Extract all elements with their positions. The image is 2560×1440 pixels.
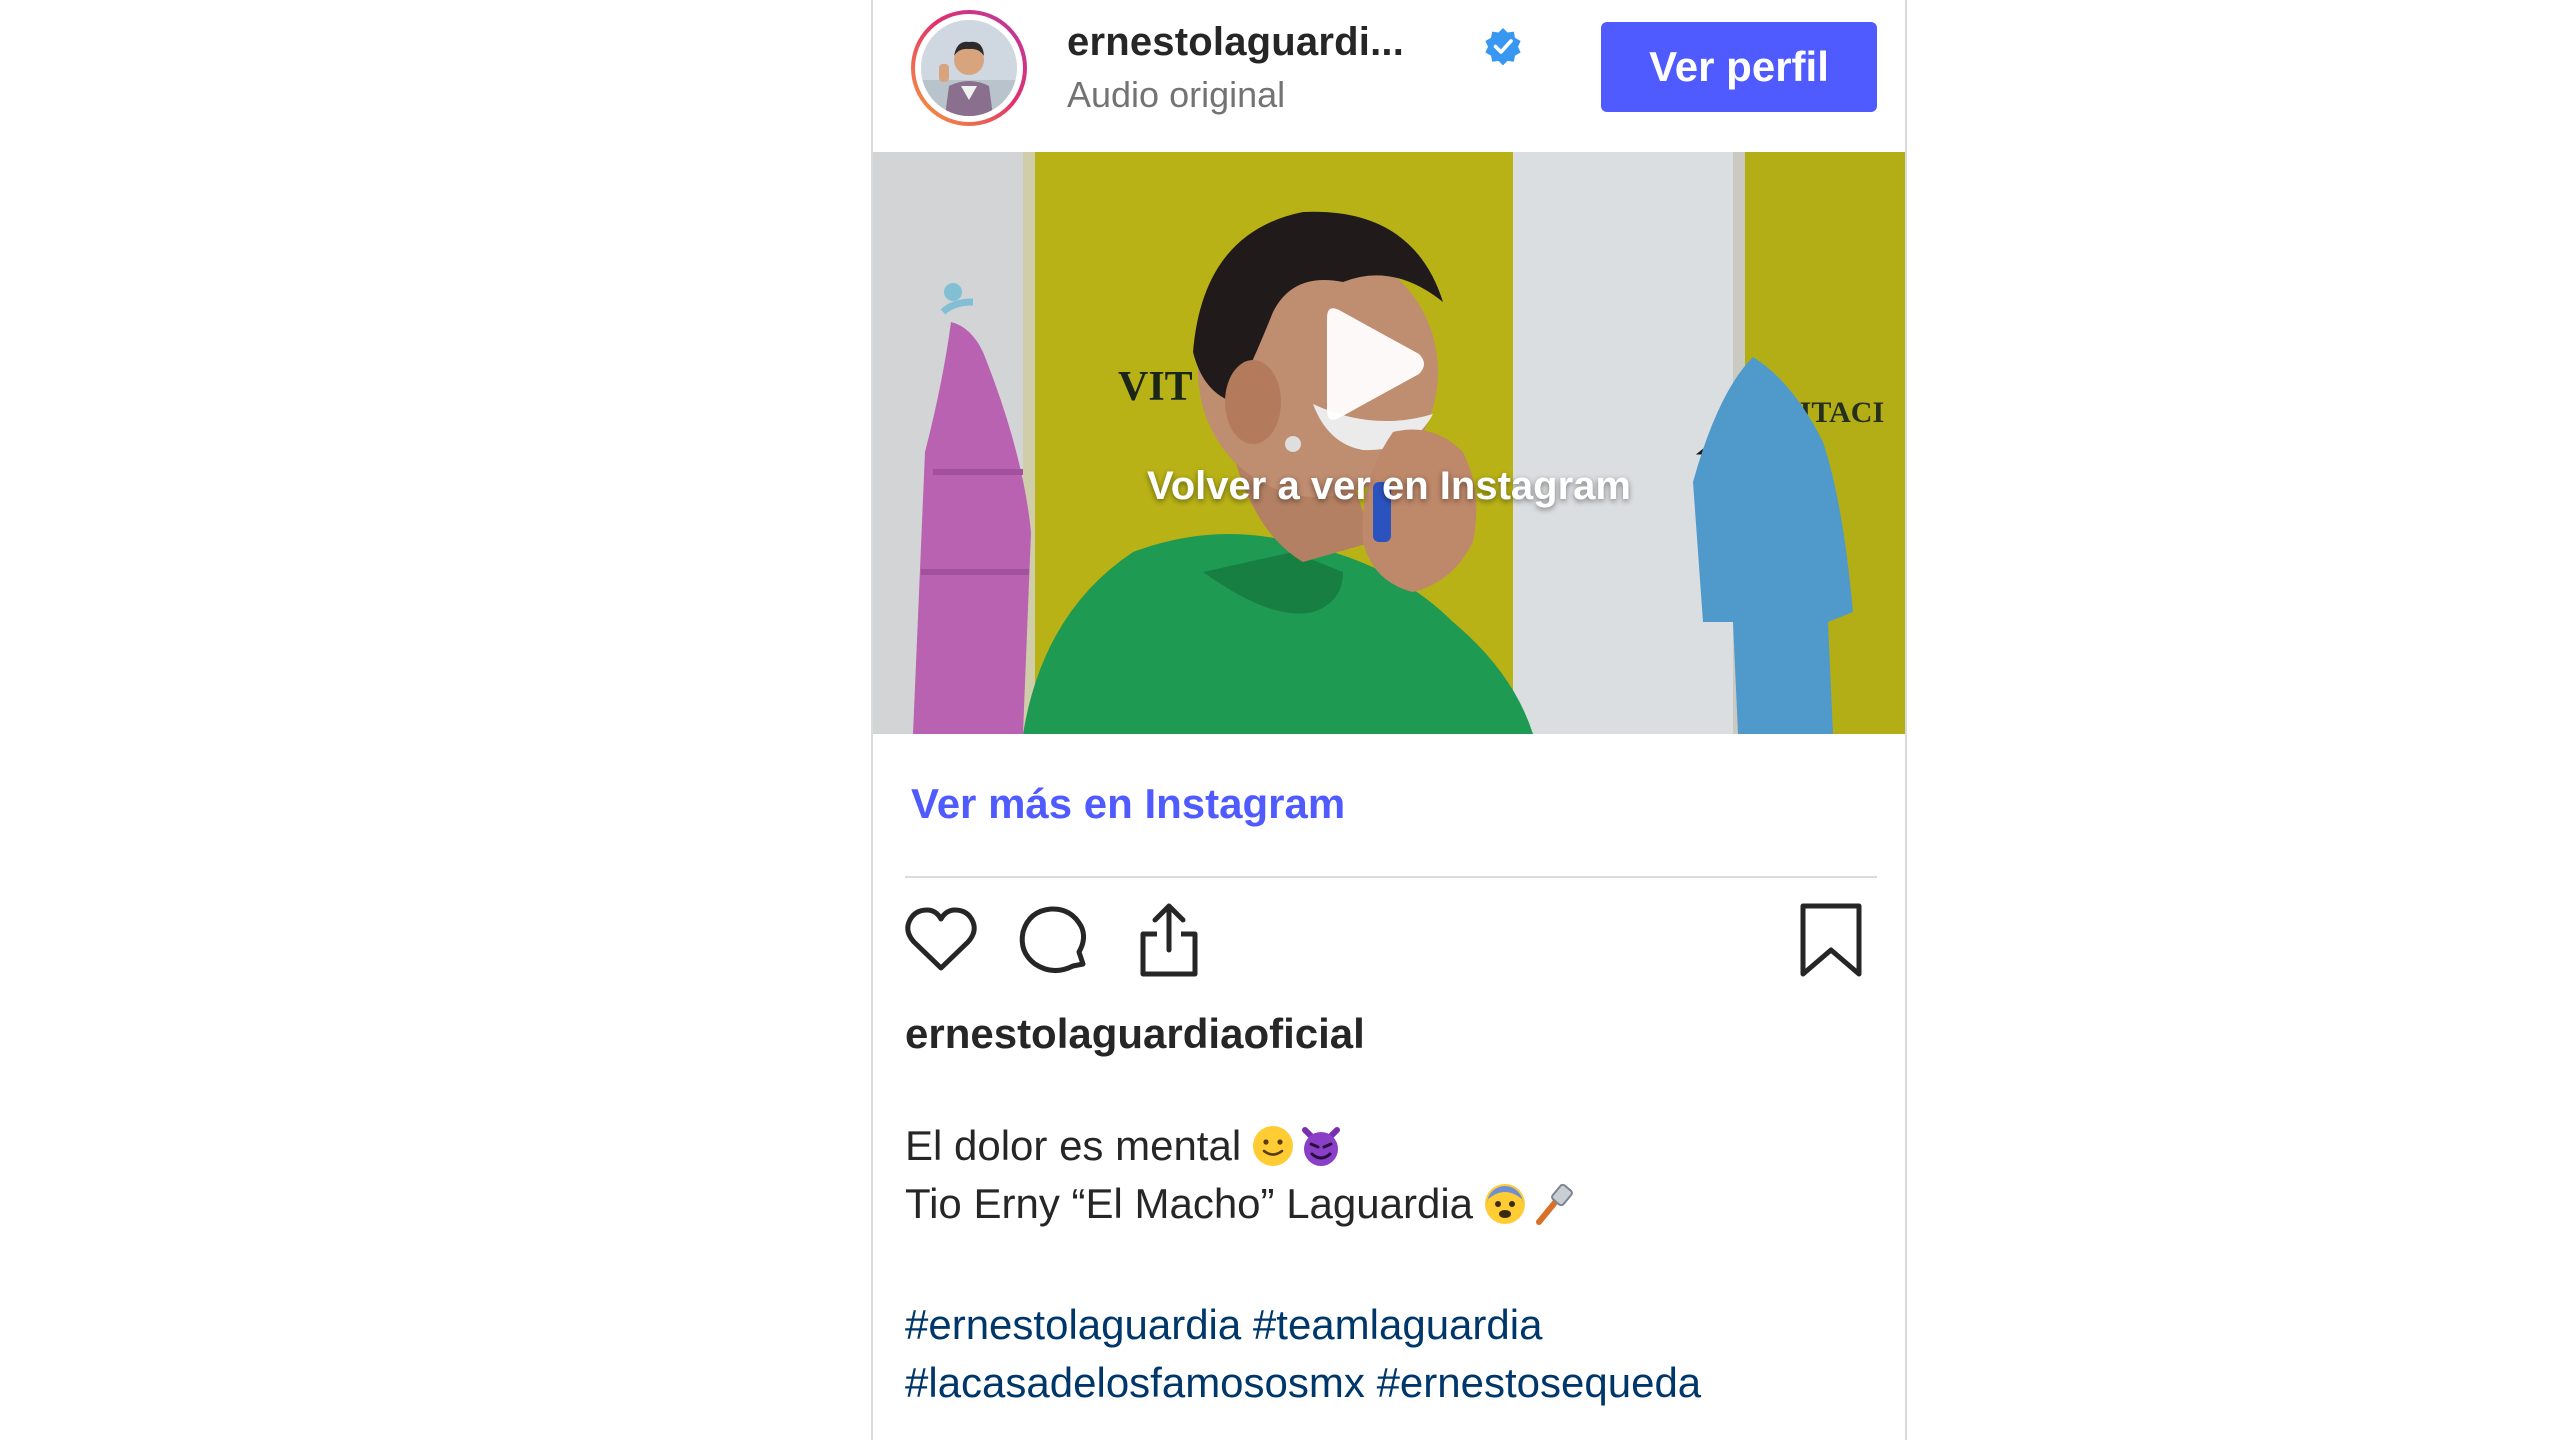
replay-on-instagram-text[interactable]: Volver a ver en Instagram: [873, 464, 1905, 509]
share-icon[interactable]: [1129, 900, 1209, 980]
caption-line-2: Tio Erny “El Macho” Laguardia: [905, 1180, 1575, 1228]
razor-icon: [1536, 1183, 1573, 1225]
divider: [905, 876, 1877, 878]
bookmark-icon[interactable]: [1791, 900, 1871, 980]
hashtag-line-2: #lacasadelosfamososmx #ernestosequeda: [905, 1354, 1885, 1412]
hashtag-line-1: #ernestolaguardia #teamlaguardia: [905, 1296, 1885, 1354]
heart-icon[interactable]: [901, 900, 981, 980]
hashtag-link[interactable]: #ernestolaguardia: [905, 1301, 1241, 1348]
caption-text: Tio Erny “El Macho” Laguardia: [905, 1180, 1474, 1227]
hashtag-link[interactable]: #ernestosequeda: [1377, 1359, 1702, 1406]
instagram-embed-card: ernestolaguardi... Audio original Ver pe…: [871, 0, 1907, 1440]
post-header: ernestolaguardi... Audio original Ver pe…: [873, 0, 1905, 152]
comment-icon[interactable]: [1013, 900, 1093, 980]
video-thumbnail: VIT VITACI: [873, 152, 1905, 734]
avatar[interactable]: [911, 10, 1027, 126]
caption-line-1: El dolor es mental: [905, 1122, 1343, 1170]
view-profile-button[interactable]: Ver perfil: [1601, 22, 1877, 112]
hashtag-link[interactable]: #teamlaguardia: [1253, 1301, 1543, 1348]
avatar-image: [921, 20, 1017, 116]
verified-badge-icon: [1485, 28, 1521, 66]
caption-text: El dolor es mental: [905, 1122, 1242, 1169]
video-player[interactable]: VIT VITACI Volver a ver en Instagram: [873, 152, 1905, 734]
hashtag-link[interactable]: #lacasadelosfamososmx: [905, 1359, 1365, 1406]
view-more-on-instagram-link[interactable]: Ver más en Instagram: [911, 780, 1345, 828]
play-icon[interactable]: [1321, 302, 1431, 426]
header-username[interactable]: ernestolaguardi...: [1067, 20, 1404, 65]
audio-label[interactable]: Audio original: [1067, 74, 1285, 116]
caption-hashtags: #ernestolaguardia #teamlaguardia #lacasa…: [905, 1296, 1885, 1412]
slightly-smiling-face-icon: [1253, 1126, 1294, 1166]
smiling-devil-icon: [1302, 1127, 1341, 1166]
caption-username[interactable]: ernestolaguardiaoficial: [905, 1010, 1365, 1058]
fearful-face-icon: [1485, 1184, 1526, 1224]
